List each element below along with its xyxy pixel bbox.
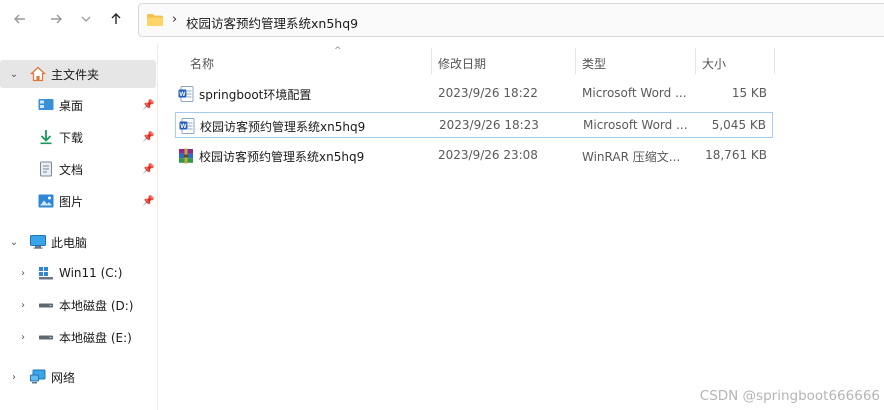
file-list: 名称 ^ 修改日期 类型 大小 W springboot环境配置 2023/9/… [159, 44, 884, 410]
column-divider[interactable] [575, 48, 576, 74]
pictures-icon [38, 194, 54, 208]
word-doc-icon: W [178, 86, 194, 102]
column-header-date-label: 修改日期 [438, 56, 487, 71]
file-size: 15 KB [731, 86, 767, 100]
chevron-down-icon[interactable]: ⌄ [9, 69, 19, 80]
svg-text:W: W [179, 91, 186, 98]
table-row[interactable]: W 校园访客预约管理系统xn5hq9 2023/9/26 18:23 Micro… [175, 112, 773, 138]
sidebar-item-this-pc[interactable]: ⌄ 此电脑 [0, 228, 156, 256]
sidebar-item-desktop[interactable]: 桌面 📌 [0, 91, 156, 119]
column-header-name-label: 名称 [190, 56, 215, 71]
chevron-right-icon[interactable]: › [18, 268, 28, 279]
document-icon [40, 161, 52, 177]
drive-icon [39, 303, 53, 308]
sort-ascending-icon: ^ [334, 46, 342, 56]
folder-icon [147, 14, 163, 26]
download-icon [40, 130, 52, 145]
navigation-pane: ⌄ 主文件夹 桌面 📌 下载 📌 文档 📌 图片 📌 ⌄ 此电脑 › Win11… [0, 44, 158, 410]
pin-icon: 📌 [142, 131, 155, 143]
sidebar-item-label: 本地磁盘 (D:) [59, 298, 134, 313]
word-doc-icon: W [179, 118, 195, 134]
file-type: Microsoft Word ... [583, 118, 688, 132]
file-size: 18,761 KB [705, 148, 767, 162]
desktop-icon [38, 99, 54, 110]
sidebar-item-pictures[interactable]: 图片 📌 [0, 187, 156, 215]
chevron-down-icon[interactable]: ⌄ [9, 237, 19, 248]
address-bar[interactable]: › 校园访客预约管理系统xn5hq9 [138, 3, 884, 37]
sidebar-item-label: Win11 (C:) [59, 266, 123, 280]
file-name: 校园访客预约管理系统xn5hq9 [200, 120, 366, 134]
column-header-type-label: 类型 [582, 56, 607, 71]
watermark: CSDN @springboot666666 [699, 388, 880, 404]
home-icon [30, 66, 46, 82]
column-header-date[interactable]: 修改日期 [438, 48, 574, 78]
file-type: WinRAR 压缩文... [582, 150, 681, 164]
file-date: 2023/9/26 18:23 [439, 118, 539, 132]
table-row[interactable]: 校园访客预约管理系统xn5hq9 2023/9/26 23:08 WinRAR … [175, 143, 773, 169]
sidebar-item-label: 桌面 [59, 98, 84, 113]
breadcrumb-current-folder[interactable]: 校园访客预约管理系统xn5hq9 [186, 13, 358, 32]
address-toolbar: › 校园访客预约管理系统xn5hq9 [0, 0, 884, 40]
computer-icon [30, 235, 46, 249]
sidebar-item-downloads[interactable]: 下载 📌 [0, 123, 156, 151]
breadcrumb-separator: › [172, 12, 178, 27]
drive-icon [39, 335, 53, 340]
chevron-right-icon[interactable]: › [18, 300, 28, 311]
file-type: Microsoft Word ... [582, 86, 687, 100]
column-divider[interactable] [774, 48, 775, 74]
arrow-right-icon [51, 14, 62, 24]
sidebar-item-home[interactable]: ⌄ 主文件夹 [0, 60, 156, 88]
sidebar-item-label: 主文件夹 [51, 67, 100, 82]
chevron-right-icon[interactable]: › [9, 372, 19, 383]
sidebar-item-drive-d[interactable]: › 本地磁盘 (D:) [0, 291, 156, 319]
forward-button[interactable] [44, 8, 68, 30]
file-date: 2023/9/26 23:08 [438, 148, 538, 162]
recent-locations-button[interactable] [74, 8, 98, 30]
chevron-down-icon [81, 16, 91, 22]
sidebar-item-drive-e[interactable]: › 本地磁盘 (E:) [0, 323, 156, 351]
network-icon [30, 369, 46, 384]
sidebar-item-drive-c[interactable]: › Win11 (C:) [0, 259, 156, 287]
pin-icon: 📌 [142, 99, 155, 111]
sidebar-item-label: 本地磁盘 (E:) [59, 330, 132, 345]
file-size: 5,045 KB [711, 118, 766, 132]
sidebar-item-label: 此电脑 [51, 235, 88, 250]
sidebar-item-documents[interactable]: 文档 📌 [0, 155, 156, 183]
pin-icon: 📌 [142, 163, 155, 175]
column-header-size[interactable]: 大小 [702, 48, 772, 78]
drive-windows-icon [39, 267, 53, 280]
arrow-left-icon [14, 14, 25, 24]
svg-text:W: W [180, 123, 187, 130]
file-name: springboot环境配置 [199, 88, 312, 102]
column-divider[interactable] [431, 48, 432, 74]
winrar-archive-icon [179, 148, 193, 164]
pin-icon: 📌 [142, 195, 155, 207]
column-header-type[interactable]: 类型 [582, 48, 694, 78]
back-button[interactable] [8, 8, 32, 30]
sidebar-item-label: 图片 [59, 194, 84, 209]
column-divider[interactable] [695, 48, 696, 74]
sidebar-item-label: 网络 [51, 370, 76, 385]
column-header-name[interactable]: 名称 ^ [190, 46, 430, 78]
sidebar-item-label: 下载 [59, 130, 84, 145]
file-name: 校园访客预约管理系统xn5hq9 [199, 150, 365, 164]
column-header-size-label: 大小 [702, 56, 727, 71]
sidebar-item-label: 文档 [59, 162, 84, 177]
table-row[interactable]: W springboot环境配置 2023/9/26 18:22 Microso… [175, 81, 773, 107]
chevron-right-icon[interactable]: › [18, 332, 28, 343]
sidebar-item-network[interactable]: › 网络 [0, 363, 156, 391]
up-button[interactable] [104, 8, 128, 30]
arrow-up-icon [111, 13, 121, 24]
file-date: 2023/9/26 18:22 [438, 86, 538, 100]
